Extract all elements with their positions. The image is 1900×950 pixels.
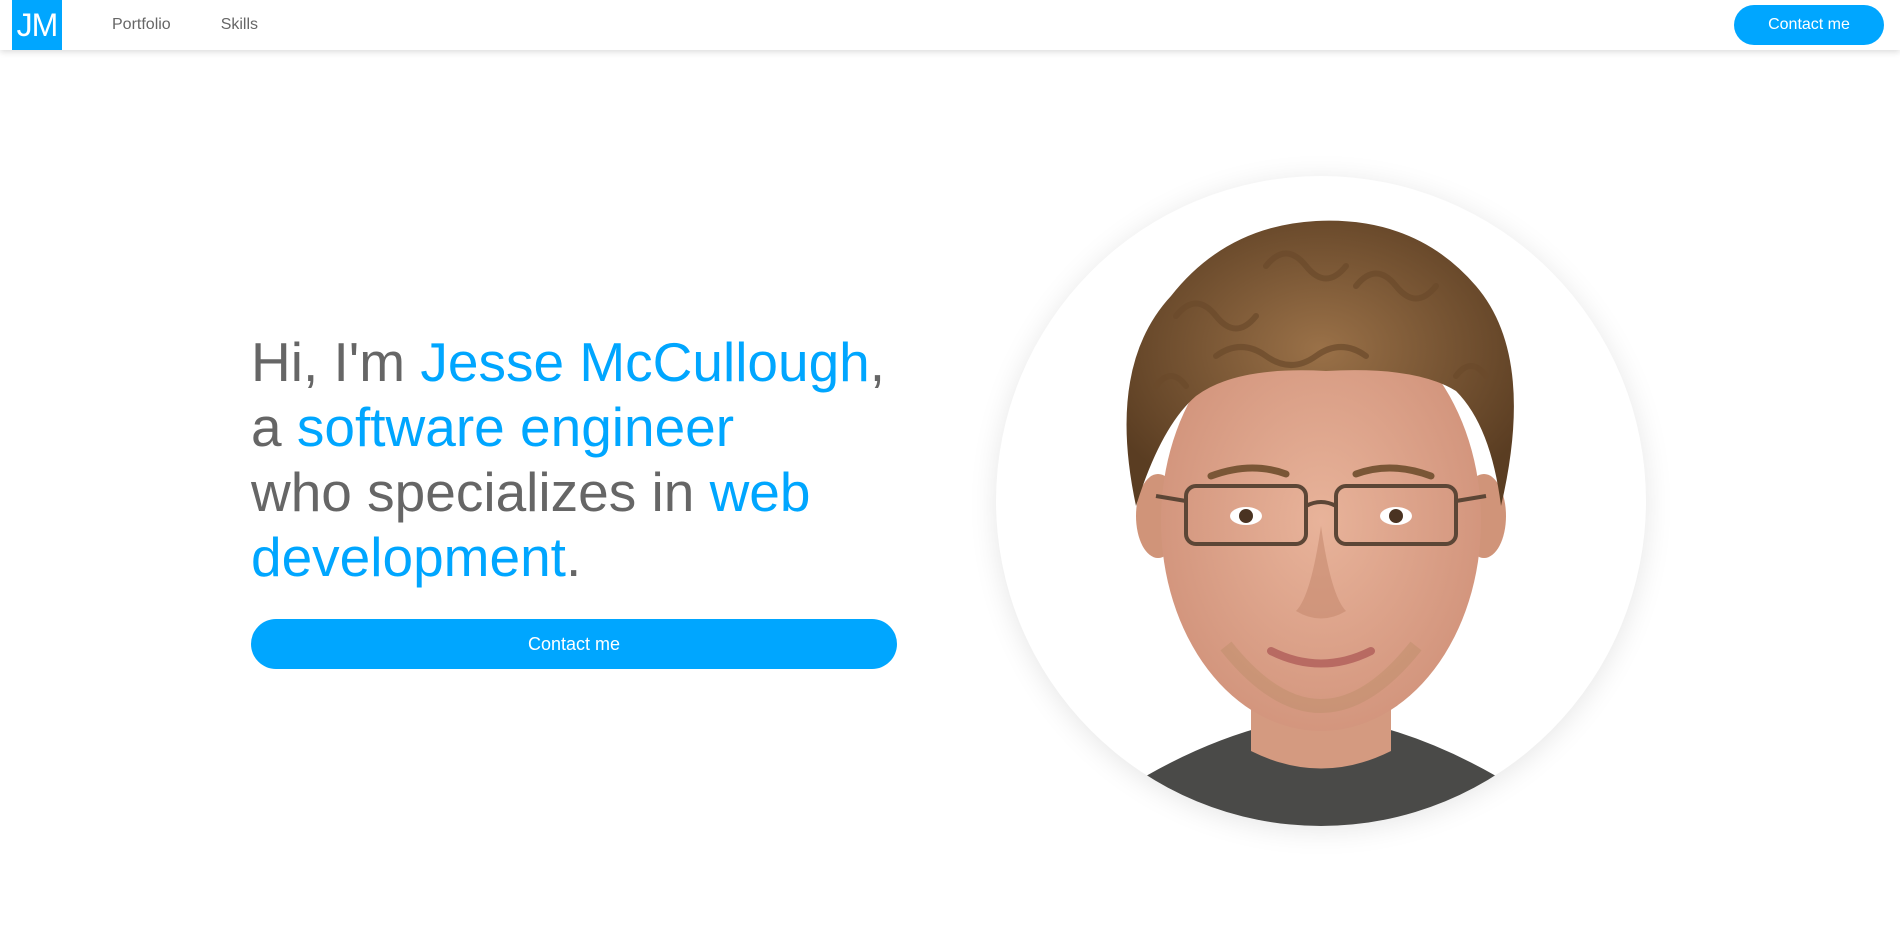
greeting-text: Hi, I'm bbox=[251, 331, 421, 393]
hero-role: software engineer bbox=[296, 396, 735, 458]
comma-text: , bbox=[869, 331, 886, 393]
nav-links: Portfolio Skills bbox=[112, 0, 258, 50]
article-text: a bbox=[251, 396, 297, 458]
profile-photo bbox=[996, 176, 1646, 826]
specializes-text: who specializes in bbox=[251, 461, 710, 523]
period-text: . bbox=[565, 526, 582, 588]
portrait-illustration bbox=[1116, 220, 1526, 826]
hero-headline: Hi, I'm Jesse McCullough, a software eng… bbox=[251, 330, 931, 590]
nav-contact-button[interactable]: Contact me bbox=[1734, 5, 1884, 45]
nav-link-portfolio[interactable]: Portfolio bbox=[112, 16, 171, 34]
hero-text: Hi, I'm Jesse McCullough, a software eng… bbox=[251, 330, 931, 590]
logo[interactable]: JM bbox=[12, 0, 62, 50]
hero-name: Jesse McCullough bbox=[420, 331, 870, 393]
navbar: JM Portfolio Skills Contact me bbox=[0, 0, 1900, 50]
hero-contact-button[interactable]: Contact me bbox=[251, 619, 897, 669]
nav-link-skills[interactable]: Skills bbox=[221, 16, 258, 34]
